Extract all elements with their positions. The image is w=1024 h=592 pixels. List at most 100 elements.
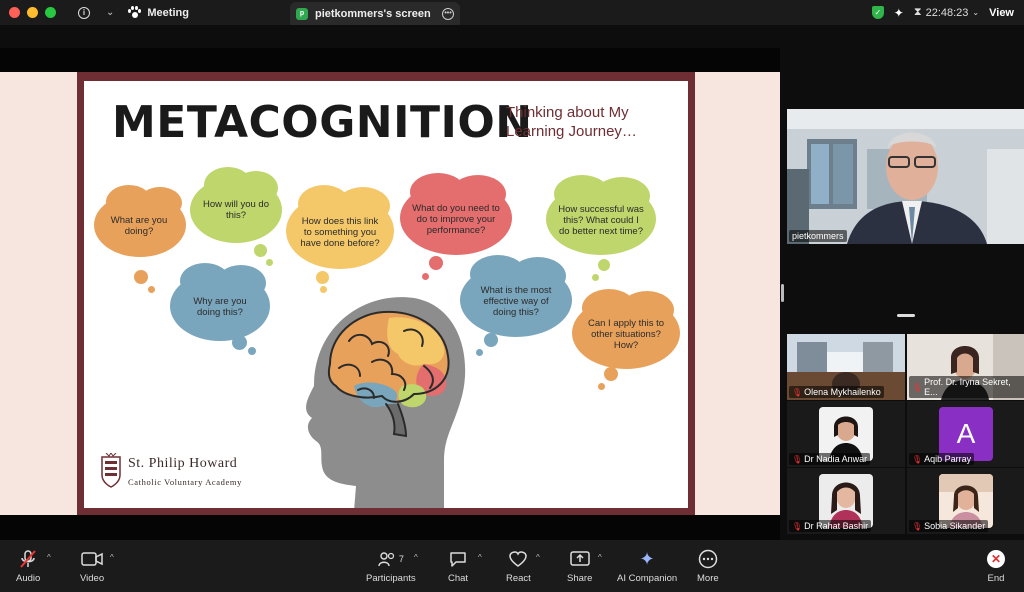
panel-resize-handle[interactable] — [781, 284, 784, 302]
video-button[interactable]: Video — [80, 548, 104, 584]
chat-label: Chat — [448, 573, 469, 584]
school-name: St. Philip Howard — [128, 456, 238, 471]
mic-muted-icon: 🎙︎ — [792, 387, 803, 397]
more-button[interactable]: More — [697, 548, 719, 584]
zoom-window-button[interactable] — [45, 7, 56, 18]
thought-bubble: How does this link to something you have… — [300, 215, 380, 249]
chat-bubble-icon — [449, 548, 467, 570]
ai-sparkle-icon[interactable]: ✦ — [894, 6, 904, 20]
speaker-video-tile[interactable]: pietkommers — [787, 109, 1024, 244]
thought-dot — [422, 273, 429, 280]
meeting-timer[interactable]: ⧗ 22:48:23 ⌄ — [914, 6, 979, 19]
thought-dot — [316, 271, 329, 284]
mic-muted-icon: 🎙︎ — [792, 454, 803, 464]
participant-name-tag: 🎙︎ Dr Rahat Bashir — [789, 520, 872, 532]
participants-count: 7 — [398, 554, 404, 564]
end-call-icon: ✕ — [987, 548, 1005, 570]
meeting-info-icon[interactable]: i — [78, 6, 90, 19]
thought-dot — [254, 244, 267, 257]
school-subtitle: Catholic Voluntary Academy — [128, 477, 242, 487]
panel-drag-handle[interactable] — [897, 314, 915, 317]
participant-tile[interactable]: 🎙︎ Prof. Dr. Iryna Sekret, E... — [907, 334, 1024, 400]
thought-dot — [266, 259, 273, 266]
share-options-caret[interactable]: ^ — [598, 553, 602, 562]
meeting-label: Meeting — [147, 6, 189, 19]
participant-tile[interactable]: 🎙︎ Olena Mykhailenko — [787, 334, 905, 400]
mic-muted-icon — [18, 548, 38, 570]
participant-tile[interactable]: 🎙︎ Sobia Sikander — [907, 468, 1024, 534]
paw-icon — [128, 6, 142, 19]
thought-dot — [604, 367, 618, 381]
top-right-controls: ✓ ✦ ⧗ 22:48:23 ⌄ View — [871, 0, 1014, 25]
participant-name-tag: 🎙︎ Aqib Parray — [909, 453, 975, 465]
shared-screen-tab[interactable]: p pietkommers's screen ••• — [290, 2, 460, 25]
zoom-meeting-window: i ⌄ Meeting p pietkommers's screen ••• ✓… — [0, 0, 1024, 592]
presentation-slide: METACOGNITION Thinking about My Learning… — [84, 81, 688, 508]
chat-options-caret[interactable]: ^ — [478, 553, 482, 562]
meeting-menu[interactable]: Meeting — [128, 6, 189, 19]
thought-bubble: How successful was this? What could I do… — [558, 203, 644, 237]
audio-options-caret[interactable]: ^ — [47, 553, 51, 562]
share-screen-icon — [569, 548, 590, 570]
thought-dot — [248, 347, 256, 355]
shared-screen-letterbox-top — [0, 48, 780, 72]
thought-dot — [429, 256, 443, 270]
audio-label: Audio — [16, 573, 41, 584]
thought-bubble: Can I apply this to other situations? Ho… — [587, 317, 665, 351]
thought-dot — [598, 259, 610, 271]
more-label: More — [697, 573, 719, 584]
mic-muted-icon: 🎙︎ — [912, 382, 923, 392]
more-options-icon[interactable]: ••• — [442, 7, 454, 20]
thought-dot — [592, 274, 599, 281]
ai-companion-button[interactable]: ✦ AI Companion — [617, 548, 677, 585]
thought-bubble: What are you doing? — [110, 215, 168, 237]
react-options-caret[interactable]: ^ — [536, 553, 540, 562]
thought-bubble: Why are you doing this? — [193, 296, 247, 318]
thought-bubble: What do you need to do to improve your p… — [412, 202, 500, 236]
share-label: Share — [567, 573, 593, 584]
speaker-video — [787, 109, 1024, 244]
share-button[interactable]: Share — [567, 548, 592, 584]
hourglass-icon: ⧗ — [913, 6, 922, 18]
more-dots-icon — [698, 548, 718, 570]
participants-options-caret[interactable]: ^ — [414, 553, 418, 562]
thought-dot — [232, 335, 247, 350]
ai-sparkle-icon: ✦ — [639, 548, 655, 569]
participant-tile[interactable]: A 🎙︎ Aqib Parray — [907, 401, 1024, 467]
participants-button[interactable]: 7 Participants — [366, 548, 416, 584]
thought-dot — [484, 333, 498, 347]
participant-tile[interactable]: 🎙︎ Dr Nadia Anwar — [787, 401, 905, 467]
meeting-toolbar: Audio ^ Video ^ 7 Participants ^ Chat ^ — [0, 540, 1024, 592]
head-brain-illustration — [306, 297, 466, 508]
slide-title: METACOGNITION — [112, 97, 533, 148]
shared-screen-letterbox-bottom — [0, 515, 780, 540]
participant-name-tag: 🎙︎ Prof. Dr. Iryna Sekret, E... — [909, 376, 1024, 398]
chat-button[interactable]: Chat — [448, 548, 468, 584]
speaker-name-tag: pietkommers — [789, 230, 847, 242]
mic-muted-icon: 🎙︎ — [792, 521, 803, 531]
participant-tile[interactable]: 🎙︎ Dr Rahat Bashir — [787, 468, 905, 534]
mic-muted-icon: 🎙︎ — [912, 454, 923, 464]
video-label: Video — [80, 573, 105, 584]
video-options-caret[interactable]: ^ — [110, 553, 114, 562]
react-button[interactable]: React — [506, 548, 531, 584]
view-button[interactable]: View — [989, 7, 1014, 19]
chevron-down-icon: ⌄ — [972, 8, 980, 17]
participant-name-tag: 🎙︎ Olena Mykhailenko — [789, 386, 884, 398]
participant-name-tag: 🎙︎ Sobia Sikander — [909, 520, 989, 532]
slide-subtitle: Thinking about My Learning Journey… — [506, 104, 637, 140]
minimize-window-button[interactable] — [27, 7, 38, 18]
participants-icon: 7 — [378, 548, 404, 570]
chevron-down-icon[interactable]: ⌄ — [106, 7, 114, 18]
mic-muted-icon: 🎙︎ — [912, 521, 923, 531]
encryption-shield-icon[interactable]: ✓ — [871, 6, 884, 19]
end-meeting-button[interactable]: ✕ End — [987, 548, 1005, 584]
window-controls — [9, 7, 56, 18]
thought-dot — [148, 286, 155, 293]
shared-screen-label: pietkommers's screen — [315, 7, 431, 20]
end-label: End — [987, 573, 1005, 584]
close-window-button[interactable] — [9, 7, 20, 18]
audio-button[interactable]: Audio — [16, 548, 40, 584]
participant-name-tag: 🎙︎ Dr Nadia Anwar — [789, 453, 871, 465]
thought-dot — [134, 270, 148, 284]
